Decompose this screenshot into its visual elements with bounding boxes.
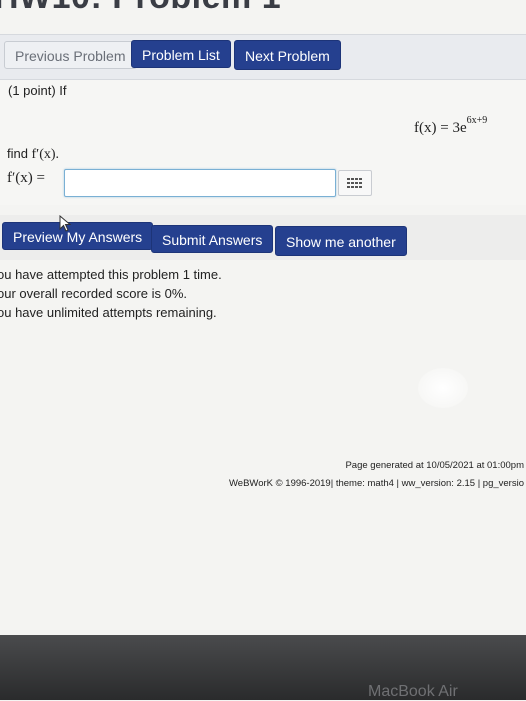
attempts-message: ou have attempted this problem 1 time.: [0, 267, 222, 282]
find-label: find: [7, 146, 28, 161]
bezel-label: MacBook Air: [368, 683, 458, 700]
page-title: HW10: Problem 1: [0, 0, 281, 17]
previous-problem-button[interactable]: Previous Problem: [4, 41, 137, 69]
problem-list-button[interactable]: Problem List: [131, 40, 231, 68]
submit-answers-button[interactable]: Submit Answers: [151, 225, 274, 253]
problem-points: (1 point) If: [8, 83, 67, 98]
function-definition: f(x) = 3e6x+9: [414, 115, 488, 137]
find-instruction: find f′(x).: [7, 146, 59, 163]
footer-credits: WeBWorK © 1996-2019| theme: math4 | ww_v…: [229, 478, 524, 489]
problem-navbar: Previous Problem Problem List Next Probl…: [0, 34, 526, 80]
show-another-button[interactable]: Show me another: [275, 226, 407, 256]
equation-editor-button[interactable]: [338, 170, 372, 196]
screen-glare: [418, 368, 468, 408]
answer-actions-bar: Preview My Answers Submit Answers Show m…: [0, 215, 526, 260]
score-message: our overall recorded score is 0%.: [0, 286, 188, 301]
keypad-icon: [347, 178, 362, 188]
remaining-message: ou have unlimited attempts remaining.: [0, 305, 217, 320]
generated-timestamp: Page generated at 10/05/2021 at 01:00pm: [345, 460, 524, 471]
find-expression: f′(x).: [31, 147, 60, 162]
preview-answers-button[interactable]: Preview My Answers: [2, 222, 154, 250]
function-exponent: 6x+9: [466, 115, 488, 126]
attempt-messages: ou have attempted this problem 1 time. o…: [0, 265, 222, 322]
mouse-cursor-icon: [59, 215, 72, 232]
function-lhs: f(x) = 3e: [414, 120, 467, 136]
next-problem-button[interactable]: Next Problem: [234, 40, 341, 70]
answer-input[interactable]: [64, 169, 336, 197]
answer-label: f′(x) =: [7, 170, 45, 186]
page-footer: Page generated at 10/05/2021 at 01:00pm …: [229, 460, 524, 496]
